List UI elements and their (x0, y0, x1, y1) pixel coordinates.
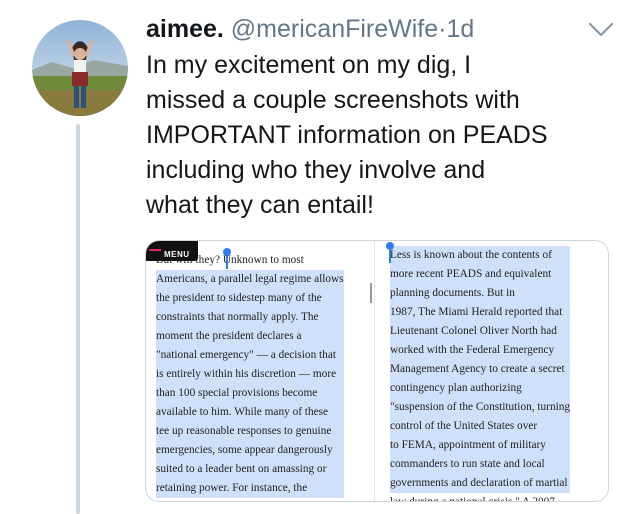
avatar[interactable] (32, 20, 128, 116)
article-line: moment the president declares a (156, 327, 344, 346)
article-line: 1987, The Miami Herald reported that (390, 303, 571, 322)
article-line: Lieutenant Colonel Oliver North had (390, 322, 571, 341)
article-line: governments and declaration of martial (390, 474, 571, 493)
author-name[interactable]: aimee. (146, 15, 224, 43)
article-line: "national emergency" — a decision that (156, 346, 344, 365)
article-line: control of the United States over (390, 417, 571, 436)
article-line: more recent PEADS and equivalent (390, 265, 571, 284)
chevron-down-icon[interactable] (588, 22, 614, 38)
menu-label: MENU (164, 250, 190, 259)
article-line: worked with the Federal Emergency (390, 341, 571, 360)
article-line: constraints that normally apply. The (156, 308, 344, 327)
tweet-line: IMPORTANT information on PEADS (146, 121, 548, 149)
page-divider (374, 241, 375, 501)
article-line: Less is known about the contents of (390, 246, 571, 265)
author-handle[interactable]: @mericanFireWife (231, 15, 438, 43)
tweet-line: what they can entail! (146, 191, 374, 219)
article-line: planning documents. But in (390, 284, 571, 303)
article-line: the president to sidestep many of the (156, 289, 344, 308)
article-line: is entirely within his discretion — more (156, 365, 344, 384)
article-line: to FEMA, appointment of military (390, 436, 571, 455)
article-line: than 100 special provisions become (156, 384, 344, 403)
timestamp[interactable]: 1d (446, 15, 474, 43)
menu-button[interactable]: MENU (146, 241, 198, 261)
article-line: retaining power. For instance, the (156, 479, 344, 498)
scroll-indicator (370, 283, 372, 303)
article-line: law during a national crisis." A 2007 (390, 496, 555, 502)
menu-icon (149, 249, 161, 251)
tweet-line: missed a couple screenshots with (146, 86, 520, 114)
tweet-text: In my excitement on my dig, I missed a c… (146, 48, 626, 223)
tweet-header: aimee. @mericanFireWife·1d (146, 12, 600, 46)
article-line: "suspension of the Constitution, turning (390, 398, 571, 417)
article-line: tee up reasonable responses to genuine (156, 422, 344, 441)
article-line: Americans, a parallel legal regime allow… (156, 270, 344, 289)
article-line: emergencies, some appear dangerously (156, 441, 344, 460)
article-line: available to him. While many of these (156, 403, 344, 422)
screenshot-left[interactable]: But will they? Unknown to most Americans… (146, 241, 370, 501)
screenshot-right[interactable]: Less is known about the contents of more… (378, 241, 608, 502)
selection-start-caret (226, 253, 228, 269)
tweet-line: In my excitement on my dig, I (146, 51, 472, 79)
selection-start-caret (389, 247, 391, 263)
media-attachment[interactable]: But will they? Unknown to most Americans… (145, 240, 609, 502)
article-line: contingency plan authorizing (390, 379, 571, 398)
thread-connector-line (76, 124, 80, 514)
article-line: commanders to run state and local (390, 455, 571, 474)
article-line: Management Agency to create a secret (390, 360, 571, 379)
tweet-line: including who they involve and (146, 156, 486, 184)
article-line: suited to a leader bent on amassing or (156, 460, 344, 479)
